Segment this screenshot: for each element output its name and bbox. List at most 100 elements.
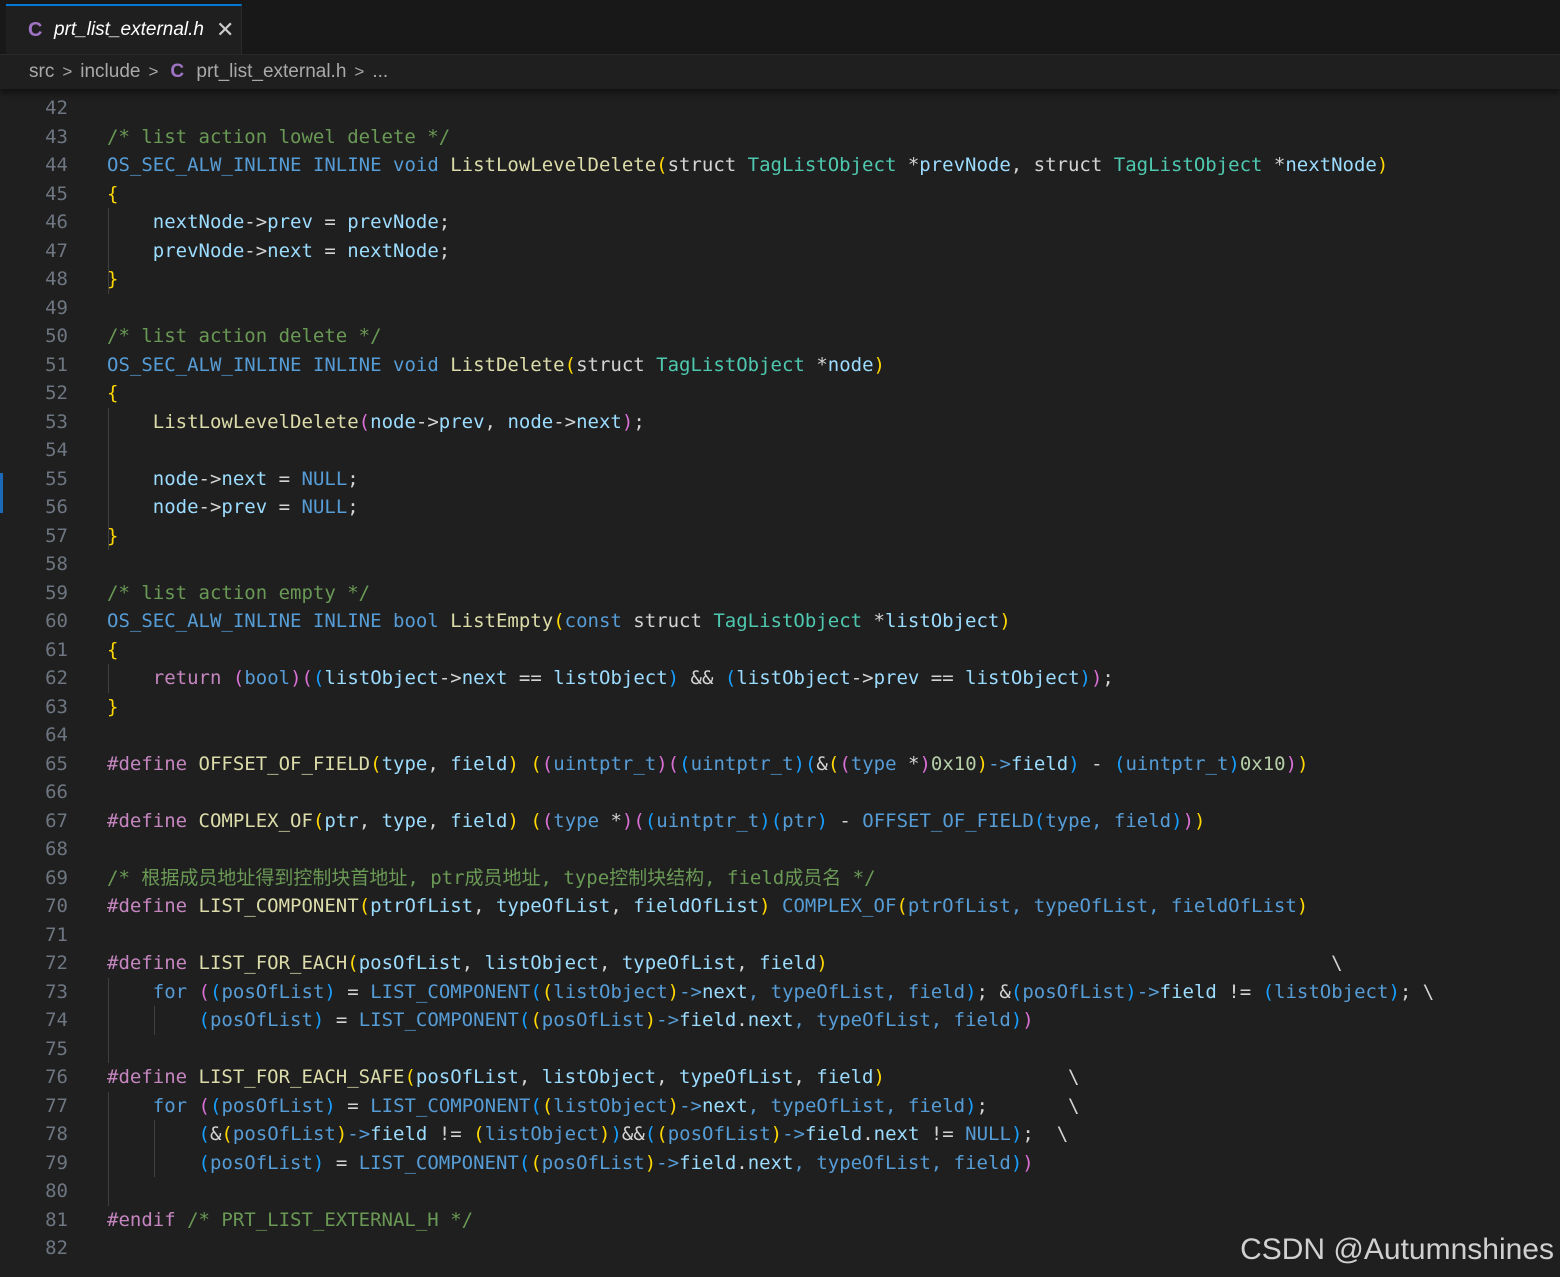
code-token: node (152, 467, 199, 490)
code-token: ( (370, 752, 382, 775)
code-token: , (518, 1066, 542, 1088)
code-line[interactable]: 64 (0, 721, 1560, 750)
code-line[interactable]: 70 #define LIST_COMPONENT(ptrOfList, type… (0, 892, 1560, 921)
code-line[interactable]: 45 { (0, 180, 1560, 209)
code-token: ) (312, 1151, 325, 1174)
code-token: next (747, 1009, 794, 1031)
tab-prt-list-external[interactable]: C prt_list_external.h ✕ (6, 4, 242, 54)
code-token: ) (873, 353, 885, 376)
code-token: TagListObject (747, 154, 897, 176)
breadcrumb-symbols[interactable]: ... (372, 61, 388, 83)
code-line[interactable]: 58 (0, 550, 1560, 579)
code-token: ) (1388, 980, 1400, 1003)
line-code: node->prev = NULL; (107, 493, 359, 522)
code-line[interactable]: 52 { (0, 379, 1560, 408)
chevron-right-icon: > (148, 62, 159, 81)
active-line-indicator (0, 473, 3, 513)
code-line[interactable]: 57} (0, 522, 1560, 551)
line-number: 43 (45, 125, 68, 148)
close-icon[interactable]: ✕ (216, 19, 234, 41)
code-token: node (370, 410, 416, 433)
code-line[interactable]: 44 OS_SEC_ALW_INLINE INLINE void ListLowL… (0, 151, 1560, 180)
code-line[interactable]: 48} (0, 265, 1560, 294)
code-line[interactable]: 67 #define COMPLEX_OF(ptr, type, field) (… (0, 807, 1560, 836)
c-file-icon: C (28, 18, 43, 41)
breadcrumb-include[interactable]: include (80, 61, 140, 83)
code-token: , (484, 410, 508, 433)
code-line[interactable]: 47 prevNode->next = nextNode; (0, 237, 1560, 266)
code-line[interactable]: 51 OS_SEC_ALW_INLINE INLINE void ListDele… (0, 351, 1560, 380)
code-line[interactable]: 62 return (bool)((listObject->next == li… (0, 664, 1560, 693)
code-line[interactable]: 53 ListLowLevelDelete(node->prev, node->… (0, 408, 1560, 437)
code-line[interactable]: 54 (0, 436, 1560, 465)
code-token: -> (782, 1123, 805, 1145)
line-number: 78 (45, 1123, 68, 1145)
code-token: listObject (541, 1066, 657, 1088)
breadcrumb-src[interactable]: src (29, 61, 54, 83)
code-token: ( (358, 895, 371, 917)
code-token: prev (221, 496, 268, 518)
line-code: OS_SEC_ALW_INLINE INLINE void ListLowLev… (107, 151, 1388, 180)
line-number: 64 (45, 724, 68, 746)
code-token: typeOfList (621, 952, 737, 974)
code-line[interactable]: 60 OS_SEC_ALW_INLINE INLINE bool ListEmpt… (0, 607, 1560, 636)
code-line[interactable]: 75 (0, 1035, 1560, 1064)
code-line[interactable]: 71 (0, 921, 1560, 950)
code-line[interactable]: 76 #define LIST_FOR_EACH_SAFE(posOfList, … (0, 1063, 1560, 1092)
tab-bar: C prt_list_external.h ✕ (0, 0, 1560, 55)
code-editor[interactable]: 42 43 /* list action lowel delete */ 44 OS_S… (0, 92, 1560, 1277)
code-token: OFFSET_OF_FIELD (862, 809, 1034, 832)
code-line[interactable]: 50 /* list action delete */ (0, 322, 1560, 351)
code-token: ( (804, 752, 817, 775)
code-line[interactable]: 46 nextNode->prev = prevNode; (0, 208, 1560, 237)
code-line[interactable]: 66 (0, 778, 1560, 807)
code-line[interactable]: 55 node->next = NULL; (0, 465, 1560, 494)
line-code: (&(posOfList)->field != (listObject))&&(… (107, 1120, 1069, 1149)
code-token: for (152, 980, 188, 1003)
code-line[interactable]: 43 /* list action lowel delete */ (0, 123, 1560, 152)
code-line[interactable]: 61 { (0, 636, 1560, 665)
code-line[interactable]: 69 /* 根据成员地址得到控制块首地址, ptr成员地址, type控制块结构,… (0, 864, 1560, 893)
code-line[interactable]: 59 /* list action empty */ (0, 579, 1560, 608)
code-token: -> (850, 667, 874, 689)
code-line[interactable]: 42 (0, 94, 1560, 123)
line-number: 70 (45, 895, 68, 917)
code-token: typeOfList (679, 1066, 794, 1088)
code-token: ) (1022, 1151, 1034, 1174)
code-line[interactable]: 68 (0, 835, 1560, 864)
code-line[interactable]: 74 (posOfList) = LIST_COMPONENT((posOfLi… (0, 1006, 1560, 1035)
code-line[interactable]: 49 (0, 294, 1560, 323)
code-token: ) (335, 1123, 348, 1145)
code-token: ) (290, 667, 302, 689)
line-code: OS_SEC_ALW_INLINE INLINE void ListDelete… (107, 351, 885, 380)
code-line[interactable]: 56 node->prev = NULL; (0, 493, 1560, 522)
code-token: NULL (301, 467, 348, 490)
code-token: } (107, 695, 119, 718)
code-token: posOfList (232, 1123, 336, 1145)
code-line[interactable]: 77 for ((posOfList) = LIST_COMPONENT((li… (0, 1092, 1560, 1121)
code-line[interactable]: 79 (posOfList) = LIST_COMPONENT((posOfLi… (0, 1149, 1560, 1178)
code-token: ( (896, 895, 908, 917)
code-token: /* PRT_LIST_EXTERNAL_H */ (187, 1208, 474, 1231)
code-token: uintptr_t (1125, 752, 1229, 775)
tab-title: prt_list_external.h (54, 19, 204, 40)
code-line[interactable]: 72 #define LIST_FOR_EACH(posOfList, listO… (0, 949, 1560, 978)
code-token: { (107, 182, 119, 205)
line-code: return (bool)((listObject->next == listO… (107, 664, 1114, 693)
code-line[interactable]: 63} (0, 693, 1560, 722)
code-token: ) (976, 752, 989, 775)
code-line[interactable]: 78 (&(posOfList)->field != (listObject))… (0, 1120, 1560, 1149)
code-token: next (701, 980, 748, 1003)
code-line[interactable]: 81 #endif /* PRT_LIST_EXTERNAL_H */ (0, 1206, 1560, 1235)
line-code: /* 根据成员地址得到控制块首地址, ptr成员地址, type控制块结构, f… (107, 864, 876, 893)
breadcrumb-file[interactable]: prt_list_external.h (196, 61, 346, 83)
line-number: 67 (45, 809, 68, 832)
code-token: -> (198, 496, 222, 518)
code-line[interactable]: 65 #define OFFSET_OF_FIELD(type, field) (… (0, 750, 1560, 779)
code-line[interactable]: 73 for ((posOfList) = LIST_COMPONENT((li… (0, 978, 1560, 1007)
code-line[interactable]: 80 (0, 1177, 1560, 1206)
